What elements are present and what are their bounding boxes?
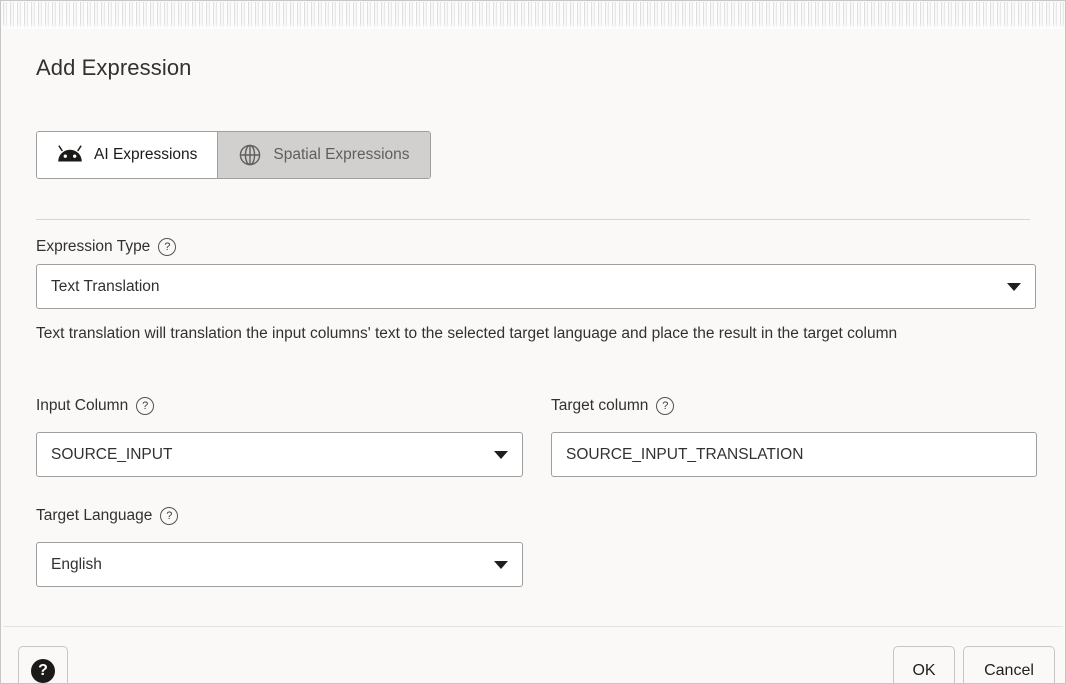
dialog-body: Add Expression AI Expressions (2, 29, 1064, 682)
expression-tabstrip: AI Expressions Spatial Expressions (36, 131, 431, 179)
expression-type-dropdown[interactable]: Text Translation (36, 264, 1036, 309)
window-titlebar-strip (2, 2, 1064, 29)
globe-icon (238, 143, 262, 167)
footer-divider (3, 626, 1063, 627)
target-language-help-circle-icon[interactable]: ? (160, 507, 178, 525)
tab-spatial-expressions[interactable]: Spatial Expressions (217, 132, 429, 178)
input-column-label-group: Input Column ? (36, 397, 154, 415)
add-expression-dialog: Add Expression AI Expressions (0, 0, 1066, 684)
chevron-down-icon (494, 561, 508, 569)
tab-spatial-expressions-label: Spatial Expressions (273, 146, 409, 164)
target-column-help-circle-icon[interactable]: ? (656, 397, 674, 415)
expression-type-help-circle-icon[interactable]: ? (158, 238, 176, 256)
input-column-label: Input Column (36, 397, 128, 415)
target-column-input[interactable]: SOURCE_INPUT_TRANSLATION (551, 432, 1037, 477)
target-language-label-group: Target Language ? (36, 507, 178, 525)
help-filled-icon: ? (31, 659, 55, 683)
expression-type-label-group: Expression Type ? (36, 238, 176, 256)
target-language-value: English (51, 556, 484, 574)
input-column-help-circle-icon[interactable]: ? (136, 397, 154, 415)
target-column-label: Target column (551, 397, 648, 415)
expression-type-value: Text Translation (51, 278, 997, 296)
target-language-label: Target Language (36, 507, 152, 525)
android-robot-icon (57, 145, 83, 165)
help-button[interactable]: ? (18, 646, 68, 684)
target-column-value: SOURCE_INPUT_TRANSLATION (566, 446, 1022, 464)
tab-ai-expressions-label: AI Expressions (94, 146, 197, 164)
chevron-down-icon (1007, 283, 1021, 291)
input-column-value: SOURCE_INPUT (51, 446, 484, 464)
target-language-dropdown[interactable]: English (36, 542, 523, 587)
chevron-down-icon (494, 451, 508, 459)
tab-ai-expressions[interactable]: AI Expressions (37, 132, 217, 178)
expression-type-label: Expression Type (36, 238, 150, 256)
expression-type-description: Text translation will translation the in… (36, 323, 1036, 345)
page-title: Add Expression (36, 55, 192, 81)
target-column-label-group: Target column ? (551, 397, 674, 415)
input-column-dropdown[interactable]: SOURCE_INPUT (36, 432, 523, 477)
ok-button[interactable]: OK (893, 646, 955, 684)
cancel-button[interactable]: Cancel (963, 646, 1055, 684)
tabstrip-divider (36, 219, 1030, 220)
